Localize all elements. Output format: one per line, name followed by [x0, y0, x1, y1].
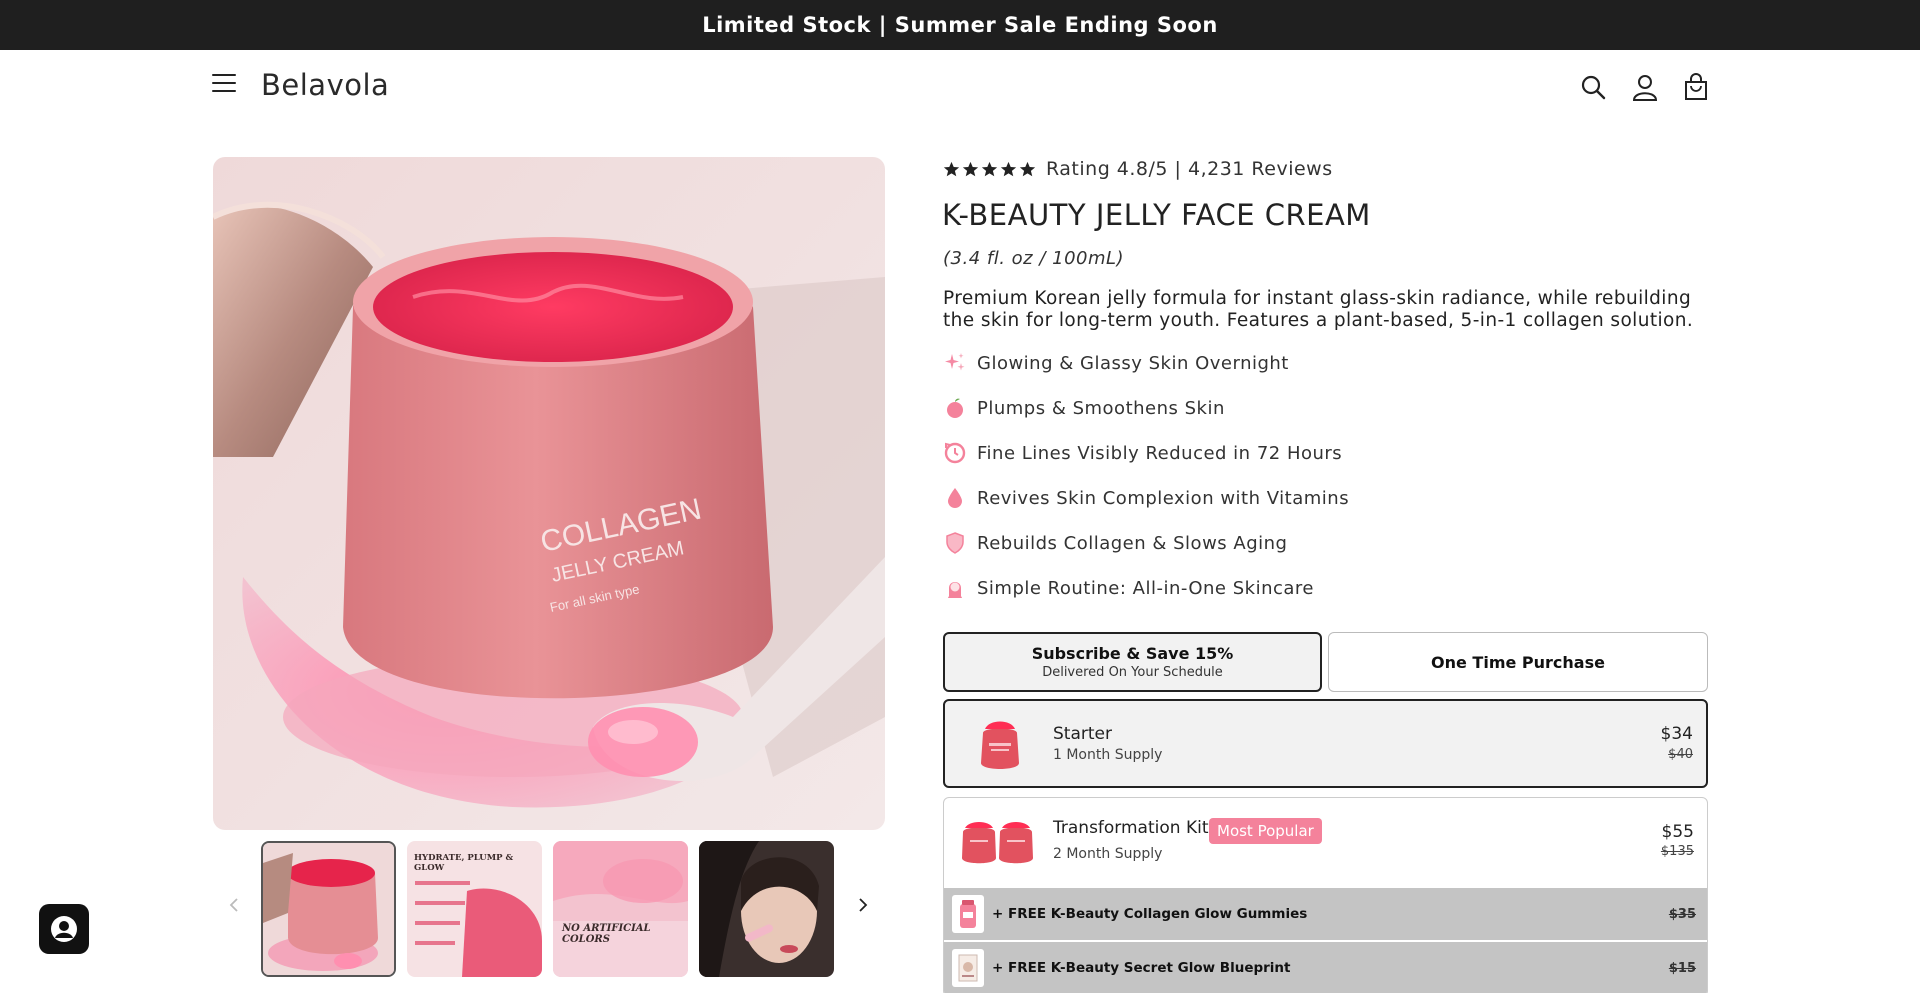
woman-icon	[943, 576, 967, 600]
one-time-purchase-option[interactable]: One Time Purchase	[1328, 632, 1708, 692]
starter-supply: 1 Month Supply	[1053, 747, 1163, 763]
chat-person-icon	[51, 916, 77, 942]
benefit-item: Rebuilds Collagen & Slows Aging	[943, 531, 1287, 555]
droplet-icon	[943, 486, 967, 510]
chat-widget-button[interactable]	[39, 904, 89, 954]
bundle-starter[interactable]: Starter 1 Month Supply $34 $40	[943, 699, 1708, 788]
search-icon[interactable]	[1578, 72, 1608, 102]
kit-name: Transformation Kit	[1053, 818, 1209, 838]
rating-text: Rating 4.8/5 | 4,231 Reviews	[1046, 158, 1333, 180]
site-logo[interactable]: Belavola	[261, 68, 389, 102]
benefit-text: Revives Skin Complexion with Vitamins	[977, 487, 1350, 509]
announcement-bar: Limited Stock | Summer Sale Ending Soon	[0, 0, 1920, 50]
kit-jars-image	[958, 814, 1038, 868]
kit-price: $55	[1661, 822, 1694, 842]
star-icon	[981, 161, 998, 176]
benefit-text: Plumps & Smoothens Skin	[977, 397, 1225, 419]
star-icon	[943, 161, 960, 176]
thumbnail-prev-arrow[interactable]	[222, 893, 246, 917]
kit-supply: 2 Month Supply	[1053, 846, 1163, 862]
benefit-text: Fine Lines Visibly Reduced in 72 Hours	[977, 442, 1343, 464]
starter-price: $34	[1660, 724, 1693, 744]
product-rating[interactable]: Rating 4.8/5 | 4,231 Reviews	[943, 158, 1333, 180]
free-gift-row: + FREE K-Beauty Secret Glow Blueprint $1…	[944, 942, 1707, 993]
thumbnail-3[interactable]: NO ARTIFICIAL COLORS	[553, 841, 688, 977]
free-gift-price: $35	[1668, 906, 1696, 922]
thumbnail-1[interactable]	[261, 841, 396, 977]
one-time-title: One Time Purchase	[1431, 652, 1605, 672]
most-popular-badge: Most Popular	[1209, 818, 1322, 844]
star-icon	[1019, 161, 1036, 176]
benefit-item: Fine Lines Visibly Reduced in 72 Hours	[943, 441, 1342, 465]
benefit-text: Rebuilds Collagen & Slows Aging	[977, 532, 1288, 554]
product-size: (3.4 fl. oz / 100mL)	[943, 248, 1125, 269]
account-icon[interactable]	[1630, 72, 1660, 102]
main-product-image[interactable]: COLLAGEN JELLY CREAM For all skin type	[213, 157, 885, 830]
clock-reverse-icon	[943, 441, 967, 465]
gummies-image	[952, 895, 984, 933]
free-gift-text: + FREE K-Beauty Collagen Glow Gummies	[992, 906, 1308, 922]
free-gift-price: $15	[1668, 960, 1696, 976]
sparkles-icon	[943, 351, 967, 375]
thumbnail-2[interactable]: HYDRATE, PLUMP & GLOW	[407, 841, 542, 977]
subscribe-title: Subscribe & Save 15%	[1031, 644, 1234, 663]
benefit-text: Glowing & Glassy Skin Overnight	[977, 352, 1289, 374]
thumbnail-3-caption-line1: NO ARTIFICIAL	[562, 923, 651, 934]
benefit-item: Revives Skin Complexion with Vitamins	[943, 486, 1349, 510]
thumbnail-next-arrow[interactable]	[851, 893, 875, 917]
benefit-text: Simple Routine: All-in-One Skincare	[977, 577, 1314, 599]
site-header: Belavola	[0, 50, 1920, 124]
starter-old-price: $40	[1668, 747, 1693, 762]
free-gift-text: + FREE K-Beauty Secret Glow Blueprint	[992, 960, 1291, 976]
benefit-item: Plumps & Smoothens Skin	[943, 396, 1225, 420]
star-icon	[962, 161, 979, 176]
thumbnail-2-caption: HYDRATE, PLUMP & GLOW	[414, 853, 514, 873]
announcement-text: Limited Stock | Summer Sale Ending Soon	[702, 13, 1218, 37]
kit-old-price: $135	[1660, 844, 1694, 859]
shield-icon	[943, 531, 967, 555]
bundle-transformation-kit[interactable]: Transformation Kit Most Popular 2 Month …	[943, 797, 1708, 993]
subscribe-subtitle: Delivered On Your Schedule	[1042, 665, 1223, 680]
product-description: Premium Korean jelly formula for instant…	[943, 288, 1694, 331]
thumbnail-4[interactable]	[699, 841, 834, 977]
subscribe-option[interactable]: Subscribe & Save 15% Delivered On Your S…	[943, 632, 1322, 692]
peach-icon	[943, 396, 967, 420]
blueprint-book-image	[952, 949, 984, 987]
starter-jar-image	[970, 713, 1030, 775]
rating-stars	[943, 161, 1038, 178]
product-title: K-BEAUTY JELLY FACE CREAM	[942, 198, 1371, 232]
thumbnail-3-caption-line2: COLORS	[562, 934, 610, 945]
starter-name: Starter	[1053, 724, 1112, 744]
benefit-item: Glowing & Glassy Skin Overnight	[943, 351, 1289, 375]
cart-bag-icon[interactable]	[1681, 72, 1711, 102]
free-gift-row: + FREE K-Beauty Collagen Glow Gummies $3…	[944, 888, 1707, 940]
benefit-item: Simple Routine: All-in-One Skincare	[943, 576, 1314, 600]
hamburger-menu-icon[interactable]	[212, 74, 236, 94]
star-icon	[1000, 161, 1017, 176]
